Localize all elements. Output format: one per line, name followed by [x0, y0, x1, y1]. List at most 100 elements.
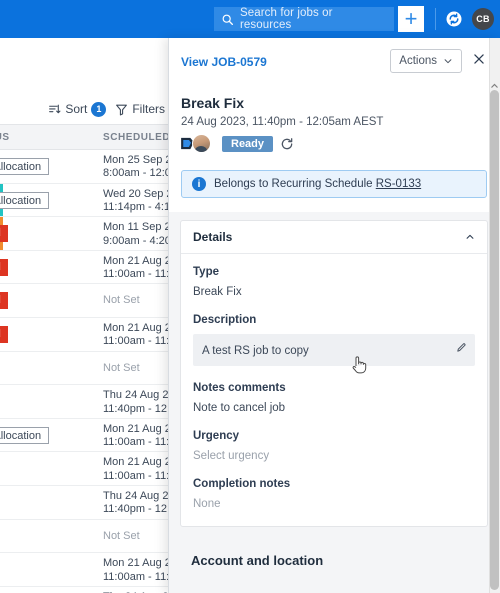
detail-field-label: Description: [193, 314, 257, 326]
table-row[interactable]: nding Allocation Mon 25 Sep 208:00am - 12…: [0, 150, 172, 184]
status-badge[interactable]: Ready: [222, 135, 274, 152]
account-and-location-section: Account and location: [191, 553, 323, 568]
details-card: Details Type Break Fix Description A test R…: [180, 220, 488, 527]
user-avatar[interactable]: CB: [472, 8, 494, 30]
row-status-badge: nding Allocation: [0, 191, 50, 209]
jobs-list: Sort 1 Filters TUS SCHEDULED nding Alloc…: [0, 38, 172, 593]
detail-field-value: None: [193, 498, 221, 510]
scrollbar-up-arrow[interactable]: [490, 78, 499, 88]
row-scheduled-cell: Not Set: [103, 530, 140, 543]
row-scheduled-date: Not Set: [103, 529, 140, 542]
assignee-avatar: [192, 134, 211, 153]
sort-icon: [49, 104, 61, 113]
user-avatar-initials: CB: [476, 14, 490, 24]
row-status-badge: nding Allocation: [0, 426, 50, 444]
recurring-schedule-banner: i Belongs to Recurring Schedule RS-0133: [181, 170, 487, 198]
close-icon: [474, 54, 484, 64]
pencil-icon[interactable]: [456, 342, 467, 353]
row-scheduled-time: 9:00am - 4:20p: [103, 234, 172, 247]
details-card-title: Details: [193, 230, 233, 244]
add-button[interactable]: +: [398, 6, 424, 32]
list-rows: nding Allocation Mon 25 Sep 208:00am - 12…: [0, 150, 172, 593]
row-scheduled-cell: Mon 21 Aug 2011:00am - 11:15: [103, 423, 172, 450]
job-schedule-text: 24 Aug 2023, 11:40pm - 12:05am AEST: [181, 116, 384, 128]
row-scheduled-date: Mon 11 Sep 20:: [103, 221, 172, 234]
recurring-schedule-link[interactable]: RS-0133: [376, 178, 421, 190]
row-scheduled-date: Wed 20 Sep 20: [103, 187, 172, 200]
detail-field-label: Completion notes: [193, 478, 291, 490]
table-row[interactable]: ncelled Mon 21 Aug 2011:00am - 11:15: [0, 318, 172, 352]
row-scheduled-date: Thu 24 Aug 20: [103, 389, 172, 402]
table-row[interactable]: adyMon 21 Aug 2011:00am - 11:15: [0, 452, 172, 486]
actions-button[interactable]: Actions: [390, 49, 462, 73]
row-scheduled-time: 8:00am - 12:00: [103, 167, 172, 180]
editable-field-box[interactable]: A test RS job to copy: [193, 334, 475, 366]
detail-field: Description A test RS job to copy: [193, 314, 475, 366]
detail-field: Notes comments Note to cancel job: [193, 382, 475, 414]
sort-button[interactable]: Sort 1: [48, 101, 107, 117]
search-icon: [222, 14, 234, 25]
search-input[interactable]: Search for jobs or resources: [214, 7, 394, 31]
table-row[interactable]: euedNot Set: [0, 352, 172, 386]
actions-button-label: Actions: [399, 55, 437, 67]
detail-field-value: Break Fix: [193, 286, 242, 298]
details-card-header[interactable]: Details: [181, 221, 487, 254]
row-scheduled-date: Mon 21 Aug 20: [103, 456, 172, 469]
row-scheduled-cell: Mon 21 Aug 2011:00am - 11:15: [103, 557, 172, 584]
row-scheduled-date: Not Set: [103, 361, 140, 374]
detail-field-value: Select urgency: [193, 450, 270, 462]
banner-text: Belongs to Recurring Schedule RS-0133: [214, 178, 421, 190]
page-scrollbar-thumb[interactable]: [490, 90, 499, 590]
table-row[interactable]: euedNot Set: [0, 520, 172, 554]
detail-field: Type Break Fix: [193, 266, 475, 298]
search-placeholder: Search for jobs or resources: [239, 7, 333, 31]
row-scheduled-cell: Mon 21 Aug 2011:00am - 11:15: [103, 456, 172, 483]
assignee-avatars[interactable]: [179, 134, 215, 153]
close-panel-button[interactable]: [470, 50, 488, 68]
row-scheduled-cell: Thu 24 Aug 2011:40pm - 12:0: [103, 490, 172, 517]
detail-field-value: A test RS job to copy: [202, 345, 309, 357]
refresh-icon[interactable]: [280, 137, 294, 151]
row-status-badge: ncelled: [0, 292, 8, 310]
sort-label: Sort: [65, 102, 88, 116]
row-status-badge: ncelled: [0, 225, 8, 243]
detail-field-label: Urgency: [193, 430, 240, 442]
row-scheduled-cell: Mon 21 Aug 2011:00am - 11:15: [103, 322, 172, 349]
table-row[interactable]: adyMon 21 Aug 2011:00am - 11:15: [0, 553, 172, 587]
row-scheduled-time: 11:00am - 11:15: [103, 335, 172, 348]
row-scheduled-date: Mon 21 Aug 20: [103, 557, 172, 570]
detail-field-label: Type: [193, 266, 219, 278]
list-toolbar: Sort 1 Filters: [0, 94, 172, 124]
filters-label: Filters: [132, 102, 165, 116]
row-scheduled-time: 11:00am - 11:15: [103, 469, 172, 482]
table-row[interactable]: adyThu 24 Aug 2011:40pm - 12:0: [0, 385, 172, 419]
table-row[interactable]: adyThu 24 Aug 2011:40pm - 12:0: [0, 486, 172, 520]
page-scrollbar-track[interactable]: [489, 38, 500, 593]
sync-icon[interactable]: [445, 10, 463, 28]
table-row[interactable]: ncelled Not Set: [0, 284, 172, 318]
row-status-badge: ncelled: [0, 258, 8, 276]
column-header-scheduled: SCHEDULED: [103, 132, 171, 143]
row-status-badge: ncelled: [0, 325, 8, 343]
table-row[interactable]: nding Allocation Mon 21 Aug 2011:00am - 1…: [0, 419, 172, 453]
table-row[interactable]: ncelled Mon 11 Sep 20:9:00am - 4:20p: [0, 217, 172, 251]
table-row[interactable]: ncelled Mon 21 Aug 2011:00am - 11:15: [0, 251, 172, 285]
chevron-down-icon: [444, 59, 452, 64]
row-scheduled-cell: Thu 24 Aug 2011:40pm - 12:0: [103, 389, 172, 416]
table-row[interactable]: adyThu 24 Aug 2011:40pm - 12:0: [0, 587, 172, 593]
detail-field: Urgency Select urgency: [193, 430, 475, 462]
filters-button[interactable]: Filters: [115, 102, 165, 116]
row-scheduled-time: 11:14pm - 4:14æ: [103, 201, 172, 213]
row-status-badge: nding Allocation: [0, 158, 50, 175]
row-scheduled-date: Mon 21 Aug 20: [103, 254, 172, 267]
row-scheduled-time: 11:40pm - 12:0: [103, 503, 172, 516]
column-header-status: TUS: [0, 132, 10, 143]
details-fields: Type Break Fix Description A test RS job to…: [181, 254, 487, 526]
view-job-link[interactable]: View JOB-0579: [181, 55, 267, 69]
job-title: Break Fix: [181, 95, 245, 111]
table-row[interactable]: nding Allocation Wed 20 Sep 2011:14pm - 4…: [0, 183, 172, 218]
row-scheduled-date: Thu 24 Aug 20: [103, 489, 172, 502]
account-and-location-header: Account and location: [191, 553, 324, 568]
list-column-headers: TUS SCHEDULED: [0, 124, 172, 150]
job-detail-panel: View JOB-0579 Actions Break Fix 24 Aug 2…: [168, 38, 500, 593]
